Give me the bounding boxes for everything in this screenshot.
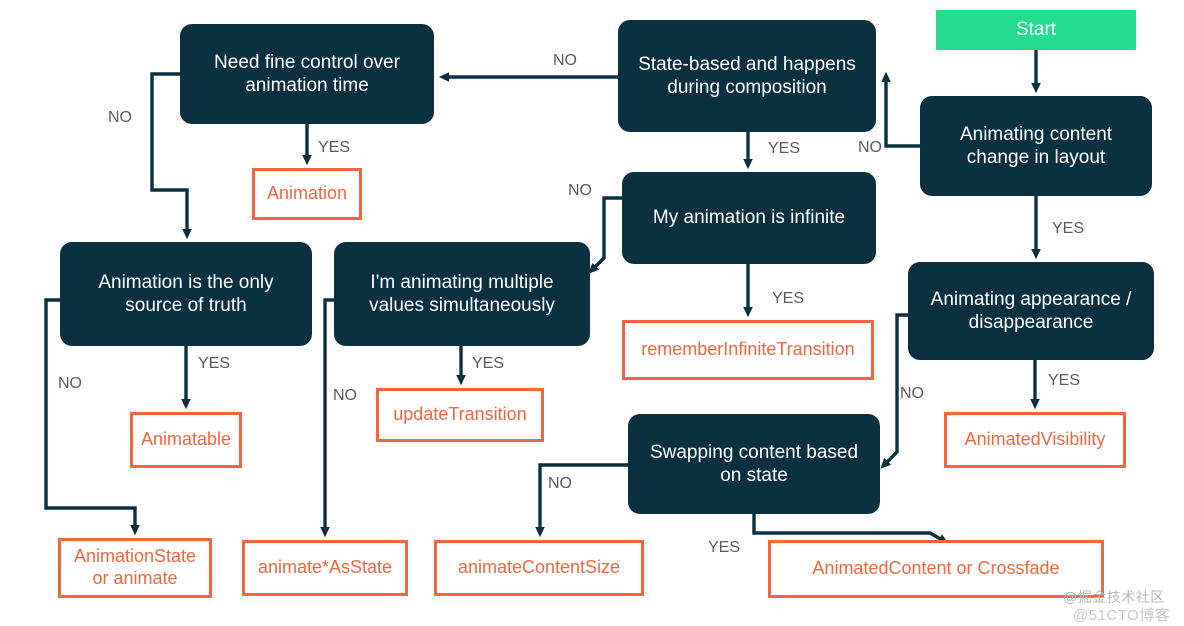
edge-label-multiple-yes: YES: [472, 355, 505, 372]
node-remember-infinite-transition[interactable]: rememberInfiniteTransition: [622, 320, 874, 380]
edge-label-need-fine-yes: YES: [318, 139, 351, 156]
edge-label-content-change-yes: YES: [1052, 220, 1085, 237]
node-swapping-content-label: Swapping content based on state: [649, 441, 859, 486]
node-state-based[interactable]: State-based and happens during compositi…: [618, 20, 876, 132]
edge-label-need-fine-no: NO: [108, 109, 132, 126]
edge-label-state-based-yes: YES: [768, 140, 801, 157]
node-my-animation-infinite[interactable]: My animation is infinite: [622, 172, 876, 264]
node-start-label: Start: [1015, 19, 1057, 41]
edge-label-only-source-yes: YES: [198, 355, 231, 372]
node-animate-as-state[interactable]: animate*AsState: [242, 540, 408, 596]
node-remember-infinite-transition-label: rememberInfiniteTransition: [641, 339, 855, 360]
node-animating-appearance[interactable]: Animating appearance / disappearance: [908, 262, 1154, 360]
edge-label-only-source-no: NO: [58, 375, 82, 392]
node-my-animation-infinite-label: My animation is infinite: [652, 207, 846, 229]
node-start[interactable]: Start: [936, 10, 1136, 50]
node-animating-multiple[interactable]: I'm animating multiple values simultaneo…: [334, 242, 590, 346]
node-animate-content-size-label: animateContentSize: [457, 557, 621, 578]
node-animated-visibility[interactable]: AnimatedVisibility: [944, 412, 1126, 468]
node-animating-appearance-label: Animating appearance / disappearance: [930, 288, 1132, 333]
edge-label-infinite-no: NO: [568, 182, 592, 199]
node-animation-label: Animation: [266, 183, 348, 204]
node-need-fine-control[interactable]: Need fine control over animation time: [180, 24, 434, 124]
node-animation-only-source[interactable]: Animation is the only source of truth: [60, 242, 312, 346]
node-animated-content-or-crossfade[interactable]: AnimatedContent or Crossfade: [768, 540, 1104, 598]
node-update-transition[interactable]: updateTransition: [376, 388, 544, 442]
node-animatable-label: Animatable: [140, 429, 232, 450]
node-need-fine-control-label: Need fine control over animation time: [214, 51, 400, 96]
node-animating-content-change-label: Animating content change in layout: [959, 123, 1113, 168]
edge-swapping-yes: [752, 514, 949, 544]
edge-label-appearance-yes: YES: [1048, 372, 1081, 389]
edge-label-state-based-no: NO: [553, 52, 577, 69]
node-animation-only-source-label: Animation is the only source of truth: [98, 271, 274, 316]
edge-label-content-change-no: NO: [858, 139, 882, 156]
node-animate-as-state-label: animate*AsState: [257, 557, 393, 578]
edge-content-change-no: [881, 71, 920, 148]
node-swapping-content[interactable]: Swapping content based on state: [628, 414, 880, 514]
node-animate-content-size[interactable]: animateContentSize: [434, 540, 644, 596]
edge-label-appearance-no: NO: [900, 385, 924, 402]
watermark-secondary: @51CTO博客: [1073, 607, 1171, 624]
node-update-transition-label: updateTransition: [393, 404, 527, 425]
flowchart-canvas: Start Animating content change in layout…: [0, 0, 1184, 626]
node-animating-multiple-label: I'm animating multiple values simultaneo…: [369, 271, 555, 316]
edge-label-multiple-no: NO: [333, 387, 357, 404]
edge-multiple-no: [320, 298, 334, 538]
edge-label-infinite-yes: YES: [772, 290, 805, 307]
node-state-based-label: State-based and happens during compositi…: [638, 53, 856, 98]
edge-label-swapping-yes: YES: [708, 539, 741, 556]
node-animated-visibility-label: AnimatedVisibility: [964, 429, 1106, 450]
edge-infinite-no: [588, 196, 622, 274]
node-animating-content-change[interactable]: Animating content change in layout: [920, 96, 1152, 196]
node-animation-state-or-animate-label: AnimationState or animate: [73, 546, 197, 588]
edge-label-swapping-no: NO: [548, 475, 572, 492]
node-animated-content-or-crossfade-label: AnimatedContent or Crossfade: [812, 558, 1060, 579]
node-animation[interactable]: Animation: [252, 168, 362, 220]
node-animatable[interactable]: Animatable: [130, 412, 242, 468]
node-animation-state-or-animate[interactable]: AnimationState or animate: [58, 538, 212, 598]
